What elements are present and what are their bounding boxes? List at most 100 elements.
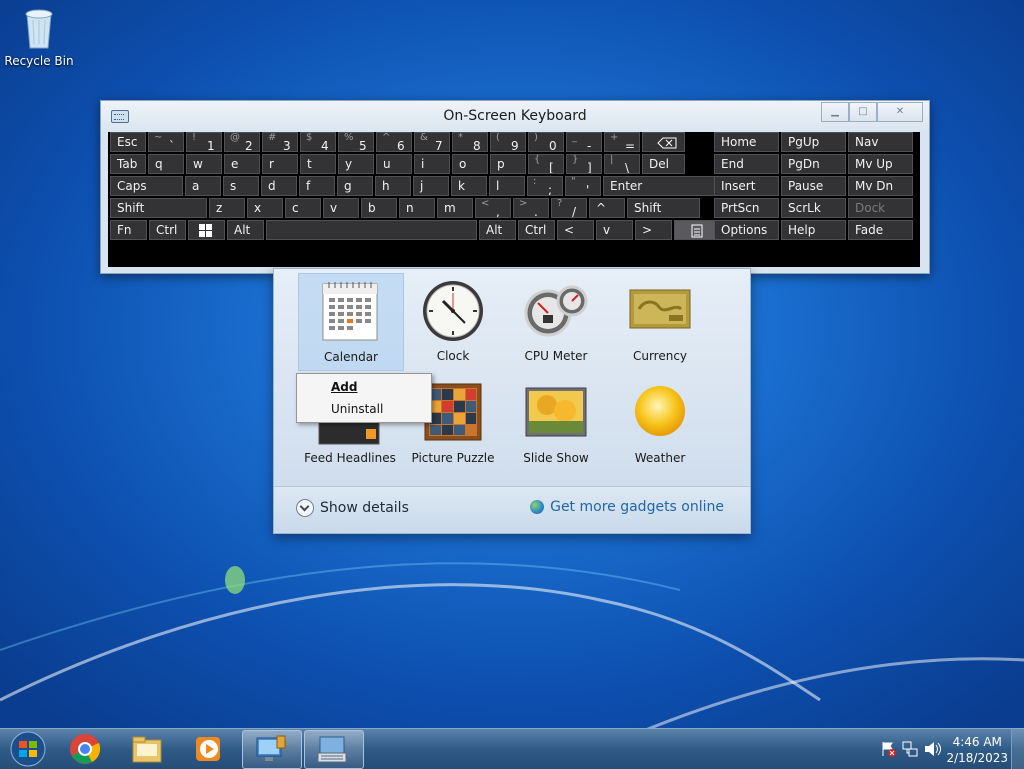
key-u[interactable]: u [376, 154, 412, 174]
close-button[interactable]: ✕ [877, 102, 923, 122]
taskbar-chrome[interactable] [56, 730, 114, 767]
key-w[interactable]: w [186, 154, 222, 174]
key-e[interactable]: e [224, 154, 260, 174]
key-d[interactable]: d [261, 176, 297, 196]
key--[interactable]: > [635, 220, 672, 240]
key-symbol[interactable]: {[ [528, 154, 564, 174]
key-h[interactable]: h [375, 176, 411, 196]
key-esc[interactable]: Esc [110, 132, 146, 152]
key-symbol[interactable]: * 8 [452, 132, 488, 152]
key-t[interactable]: t [300, 154, 336, 174]
key-symbol[interactable]: ) 0 [528, 132, 564, 152]
key-windows-key[interactable] [188, 220, 225, 240]
start-button[interactable] [2, 730, 54, 767]
key-c[interactable]: c [285, 198, 321, 218]
minimize-button[interactable]: ▁ [821, 102, 849, 122]
key-symbol[interactable]: ? / [551, 198, 587, 218]
network-icon[interactable] [902, 741, 918, 757]
key-alt[interactable]: Alt [479, 220, 516, 240]
key-pause[interactable]: Pause [781, 176, 846, 196]
key-caps[interactable]: Caps [110, 176, 183, 196]
key-n[interactable]: n [399, 198, 435, 218]
key--[interactable]: < [557, 220, 594, 240]
key-fade[interactable]: Fade [848, 220, 913, 240]
key-symbol[interactable]: @2 [224, 132, 260, 152]
key-symbol[interactable]: <, [475, 198, 511, 218]
osk-title-bar[interactable]: On-Screen Keyboard ▁ □ ✕ [101, 101, 929, 131]
key-mv-up[interactable]: Mv Up [848, 154, 913, 174]
key-symbol[interactable]: $4 [300, 132, 336, 152]
key-r[interactable]: r [262, 154, 298, 174]
key-fn[interactable]: Fn [110, 220, 147, 240]
key-symbol[interactable]: ~ ` [148, 132, 184, 152]
key-symbol[interactable]: ^ 6 [376, 132, 412, 152]
key-z[interactable]: z [209, 198, 245, 218]
key-m[interactable]: m [437, 198, 473, 218]
key-symbol[interactable]: >. [513, 198, 549, 218]
on-screen-keyboard-window[interactable]: On-Screen Keyboard ▁ □ ✕ Esc ~ `! 1 @2 #3 $4% 5… [100, 100, 930, 274]
key-pgup[interactable]: PgUp [781, 132, 846, 152]
key-ctrl[interactable]: Ctrl [149, 220, 186, 240]
key-nav[interactable]: Nav [848, 132, 913, 152]
key-backslash[interactable]: | \ [604, 154, 640, 174]
key-symbol[interactable]: (9 [490, 132, 526, 152]
maximize-button[interactable]: □ [849, 102, 877, 122]
key-end[interactable]: End [714, 154, 779, 174]
menu-item-uninstall[interactable]: Uninstall [331, 402, 383, 416]
key-shift[interactable]: Shift [110, 198, 207, 218]
key-b[interactable]: b [361, 198, 397, 218]
show-details-button[interactable]: Show details [296, 499, 409, 517]
key-o[interactable]: o [452, 154, 488, 174]
taskbar-on-screen-keyboard[interactable] [304, 730, 364, 769]
key--[interactable]: ^ [589, 198, 625, 218]
key-shift[interactable]: Shift [627, 198, 700, 218]
key-symbol[interactable]: #3 [262, 132, 298, 152]
key-j[interactable]: j [413, 176, 449, 196]
key-del[interactable]: Del [642, 154, 685, 174]
key-p[interactable]: p [490, 154, 526, 174]
key-enter[interactable]: Enter [603, 176, 720, 196]
taskbar-media-player[interactable] [180, 730, 238, 767]
key-f[interactable]: f [299, 176, 335, 196]
key-symbol[interactable]: }] [566, 154, 602, 174]
gadget-weather[interactable]: Weather [608, 375, 712, 471]
key-prtscn[interactable]: PrtScn [714, 198, 779, 218]
gadget-slide-show[interactable]: Slide Show [504, 375, 608, 471]
show-desktop-button[interactable] [1011, 729, 1024, 769]
get-more-gadgets-link[interactable]: Get more gadgets online [530, 499, 724, 515]
key-s[interactable]: s [223, 176, 259, 196]
recycle-bin[interactable]: Recycle Bin [4, 6, 74, 68]
taskbar-desktop-gadgets[interactable] [242, 730, 302, 769]
key-symbol[interactable]: + = [604, 132, 640, 152]
gadget-calendar[interactable]: Calendar [298, 273, 404, 371]
key-symbol[interactable]: % 5 [338, 132, 374, 152]
key-options[interactable]: Options [714, 220, 779, 240]
key-v[interactable]: v [596, 220, 633, 240]
key-help[interactable]: Help [781, 220, 846, 240]
key-dock[interactable]: Dock [848, 198, 913, 218]
key-y[interactable]: y [338, 154, 374, 174]
key-x[interactable]: x [247, 198, 283, 218]
key-symbol[interactable]: & 7 [414, 132, 450, 152]
key-symbol[interactable]: ! 1 [186, 132, 222, 152]
gadget-currency[interactable]: Currency [608, 273, 712, 369]
taskbar-file-explorer[interactable] [118, 730, 176, 767]
key-symbol[interactable]: " ' [565, 176, 601, 196]
gadget-cpu-meter[interactable]: CPU Meter [504, 273, 608, 369]
key-menu-key[interactable] [674, 220, 717, 240]
key-symbol[interactable]: _ - [566, 132, 602, 152]
key-symbol[interactable]: :; [527, 176, 563, 196]
menu-item-add[interactable]: Add [331, 380, 357, 394]
key-q[interactable]: q [148, 154, 184, 174]
volume-icon[interactable] [924, 741, 942, 757]
key-alt[interactable]: Alt [227, 220, 264, 240]
key-pgdn[interactable]: PgDn [781, 154, 846, 174]
key-i[interactable]: i [414, 154, 450, 174]
action-center-icon[interactable] [880, 741, 896, 757]
key-insert[interactable]: Insert [714, 176, 779, 196]
key-a[interactable]: a [185, 176, 221, 196]
key-l[interactable]: l [489, 176, 525, 196]
key-k[interactable]: k [451, 176, 487, 196]
clock-display[interactable]: 4:46 AM 2/18/2023 [946, 734, 1008, 766]
key-ctrl[interactable]: Ctrl [518, 220, 555, 240]
